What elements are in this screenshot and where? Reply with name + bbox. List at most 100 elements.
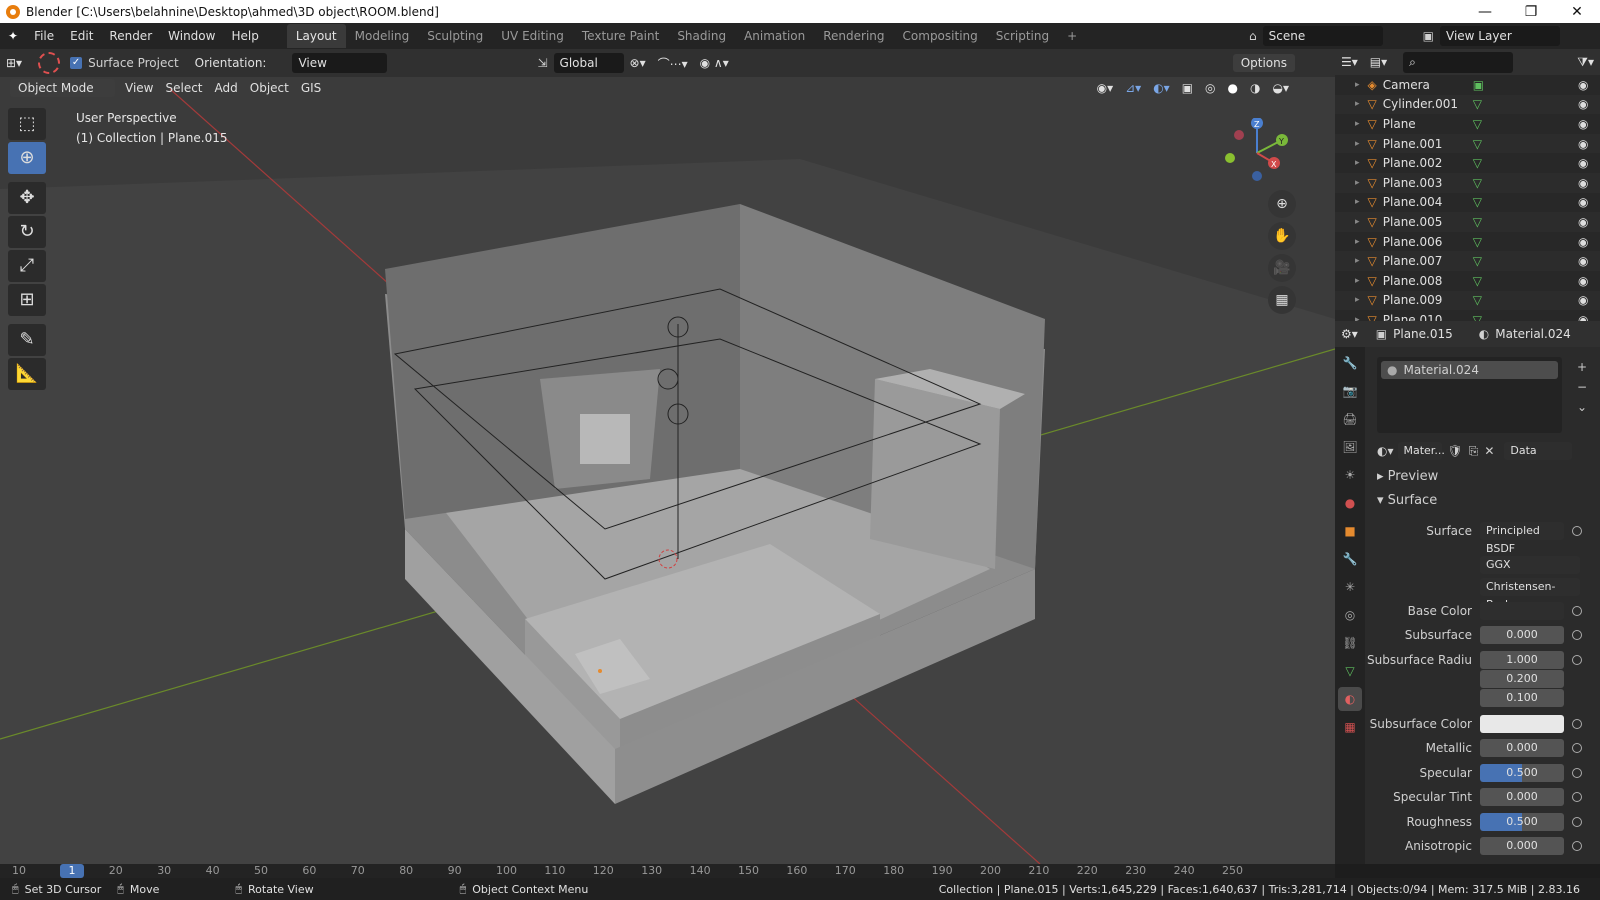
minimize-button[interactable]: — xyxy=(1462,4,1508,20)
unlink-material-icon[interactable]: ✕ xyxy=(1484,444,1494,458)
tab-texture-paint[interactable]: Texture Paint xyxy=(573,24,668,48)
material-tab-icon[interactable]: ◐ xyxy=(1338,687,1362,711)
transform-icon[interactable]: ⊞ xyxy=(8,284,46,316)
mesh-data-icon[interactable]: ▽ xyxy=(1473,195,1482,209)
navigation-gizmo[interactable]: Z Y X xyxy=(1222,118,1290,186)
material-slot[interactable]: ● Material.024 xyxy=(1381,361,1558,379)
tab-uv-editing[interactable]: UV Editing xyxy=(492,24,573,48)
menu-select[interactable]: Select xyxy=(165,81,202,95)
visibility-eye-icon[interactable]: ◉ xyxy=(1578,254,1588,268)
visibility-eye-icon[interactable]: ◉ xyxy=(1578,293,1588,307)
menu-add[interactable]: Add xyxy=(215,81,238,95)
expand-arrow-icon[interactable]: ▸ xyxy=(1355,158,1360,168)
slot-menu-button[interactable]: ⌄ xyxy=(1577,397,1587,417)
input-socket-icon[interactable] xyxy=(1572,792,1582,802)
mesh-data-icon[interactable]: ▽ xyxy=(1473,156,1482,170)
tab-sculpting[interactable]: Sculpting xyxy=(418,24,492,48)
menu-gis[interactable]: GIS xyxy=(301,81,321,95)
input-socket-icon[interactable] xyxy=(1572,630,1582,640)
3d-viewport[interactable] xyxy=(0,49,1335,864)
input-socket-icon[interactable] xyxy=(1572,606,1582,616)
fake-user-icon[interactable]: 🛡 xyxy=(1448,444,1463,458)
input-socket-icon[interactable] xyxy=(1572,719,1582,729)
transform-orientation-dropdown[interactable]: Global xyxy=(553,53,624,73)
view-layer-tab-icon[interactable]: 🖼 xyxy=(1338,435,1362,459)
expand-arrow-icon[interactable]: ▸ xyxy=(1355,256,1360,266)
visibility-eye-icon[interactable]: ◉ xyxy=(1578,117,1588,131)
tab-scripting[interactable]: Scripting xyxy=(987,24,1058,48)
expand-arrow-icon[interactable]: ▸ xyxy=(1355,119,1360,129)
mesh-data-icon[interactable]: ▽ xyxy=(1473,254,1482,268)
scene-field[interactable]: Scene xyxy=(1262,26,1383,46)
expand-arrow-icon[interactable]: ▸ xyxy=(1355,139,1360,149)
subsurface-method-dropdown[interactable]: Christensen-Burl... xyxy=(1480,578,1580,611)
tab-rendering[interactable]: Rendering xyxy=(814,24,893,48)
shader-input-value[interactable] xyxy=(1480,602,1564,620)
add-slot-button[interactable]: + xyxy=(1577,357,1587,377)
mesh-data-icon[interactable]: ▽ xyxy=(1473,293,1482,307)
output-tab-icon[interactable]: 🖨 xyxy=(1338,407,1362,431)
tab-animation[interactable]: Animation xyxy=(735,24,814,48)
tab-compositing[interactable]: Compositing xyxy=(894,24,987,48)
view-layer-field[interactable]: View Layer xyxy=(1440,26,1560,46)
distribution-dropdown[interactable]: GGX xyxy=(1480,556,1580,574)
input-socket-icon[interactable] xyxy=(1572,817,1582,827)
scene-tab-icon[interactable]: ☀ xyxy=(1338,463,1362,487)
measure-icon[interactable]: 📐 xyxy=(8,358,46,390)
visibility-eye-icon[interactable]: ◉ xyxy=(1578,97,1588,111)
shader-input-value[interactable]: 0.000 xyxy=(1480,739,1564,757)
ortho-grid-icon[interactable]: ▦ xyxy=(1268,286,1296,314)
close-button[interactable]: ✕ xyxy=(1554,4,1600,20)
outliner-row[interactable]: ▸ ▽ Plane ▽ ◉ xyxy=(1335,114,1600,134)
input-socket-icon[interactable] xyxy=(1572,841,1582,851)
menu-help[interactable]: Help xyxy=(223,29,266,43)
shader-input-value[interactable] xyxy=(1480,715,1564,733)
gizmo-icon[interactable]: ⊿▾ xyxy=(1125,81,1141,95)
expand-arrow-icon[interactable]: ▸ xyxy=(1355,217,1360,227)
remove-slot-button[interactable]: − xyxy=(1577,377,1587,397)
surface-project-checkbox[interactable]: ✓ xyxy=(70,57,83,69)
add-workspace-button[interactable]: + xyxy=(1058,24,1086,48)
modifier-tab-icon[interactable]: 🔧 xyxy=(1338,547,1362,571)
visibility-eye-icon[interactable]: ◉ xyxy=(1578,156,1588,170)
move-icon[interactable]: ✥ xyxy=(8,182,46,214)
object-tab-icon[interactable]: ■ xyxy=(1338,519,1362,543)
expand-arrow-icon[interactable]: ▸ xyxy=(1355,178,1360,188)
options-dropdown[interactable]: Options xyxy=(1232,54,1295,72)
outliner-row[interactable]: ▸ ▽ Plane.007 ▽ ◉ xyxy=(1335,251,1600,271)
tool-tab-icon[interactable]: 🔧 xyxy=(1338,351,1362,375)
rotate-icon[interactable]: ↻ xyxy=(8,216,46,248)
visibility-eye-icon[interactable]: ◉ xyxy=(1578,195,1588,209)
menu-window[interactable]: Window xyxy=(160,29,223,43)
timeline[interactable]: 1010203040506070809010011012013014015016… xyxy=(0,864,1335,878)
mesh-data-icon[interactable]: ▽ xyxy=(1473,274,1482,288)
visibility-eye-icon[interactable]: ◉ xyxy=(1578,78,1588,92)
filter-icon[interactable]: ⧩▾ xyxy=(1577,55,1594,70)
object-mode-dropdown[interactable]: Object Mode xyxy=(10,79,115,97)
current-frame-marker[interactable]: 1 xyxy=(60,864,84,878)
physics-tab-icon[interactable]: ◎ xyxy=(1338,603,1362,627)
visibility-icon[interactable]: ◉▾ xyxy=(1097,81,1114,95)
outliner-row[interactable]: ▸ ▽ Plane.006 ▽ ◉ xyxy=(1335,232,1600,252)
texture-tab-icon[interactable]: ▦ xyxy=(1338,715,1362,739)
visibility-eye-icon[interactable]: ◉ xyxy=(1578,235,1588,249)
surface-socket-icon[interactable] xyxy=(1572,526,1582,536)
shader-input-value[interactable]: 0.000 xyxy=(1480,788,1564,806)
new-material-icon[interactable]: ⎘ xyxy=(1469,444,1479,459)
shading-solid-icon[interactable]: ● xyxy=(1228,81,1238,95)
tab-modeling[interactable]: Modeling xyxy=(346,24,419,48)
shader-input-value[interactable]: 1.000 xyxy=(1480,651,1564,669)
mesh-data-icon[interactable]: ▽ xyxy=(1473,235,1482,249)
surface-panel-header[interactable]: ▾ Surface xyxy=(1377,493,1437,508)
camera-data-icon[interactable]: ▣ xyxy=(1473,78,1484,92)
menu-edit[interactable]: Edit xyxy=(62,29,101,43)
expand-arrow-icon[interactable]: ▸ xyxy=(1355,237,1360,247)
proportional-edit-icon[interactable]: ◉ ∧▾ xyxy=(700,56,729,70)
overlay-icon[interactable]: ◐▾ xyxy=(1153,81,1170,95)
shader-input-value[interactable]: 0.000 xyxy=(1480,626,1564,644)
mesh-data-icon[interactable]: ▽ xyxy=(1473,215,1482,229)
data-tab-icon[interactable]: ▽ xyxy=(1338,659,1362,683)
mesh-data-icon[interactable]: ▽ xyxy=(1473,97,1482,111)
select-box-icon[interactable]: ⬚ xyxy=(8,108,46,140)
input-socket-icon[interactable] xyxy=(1572,768,1582,778)
